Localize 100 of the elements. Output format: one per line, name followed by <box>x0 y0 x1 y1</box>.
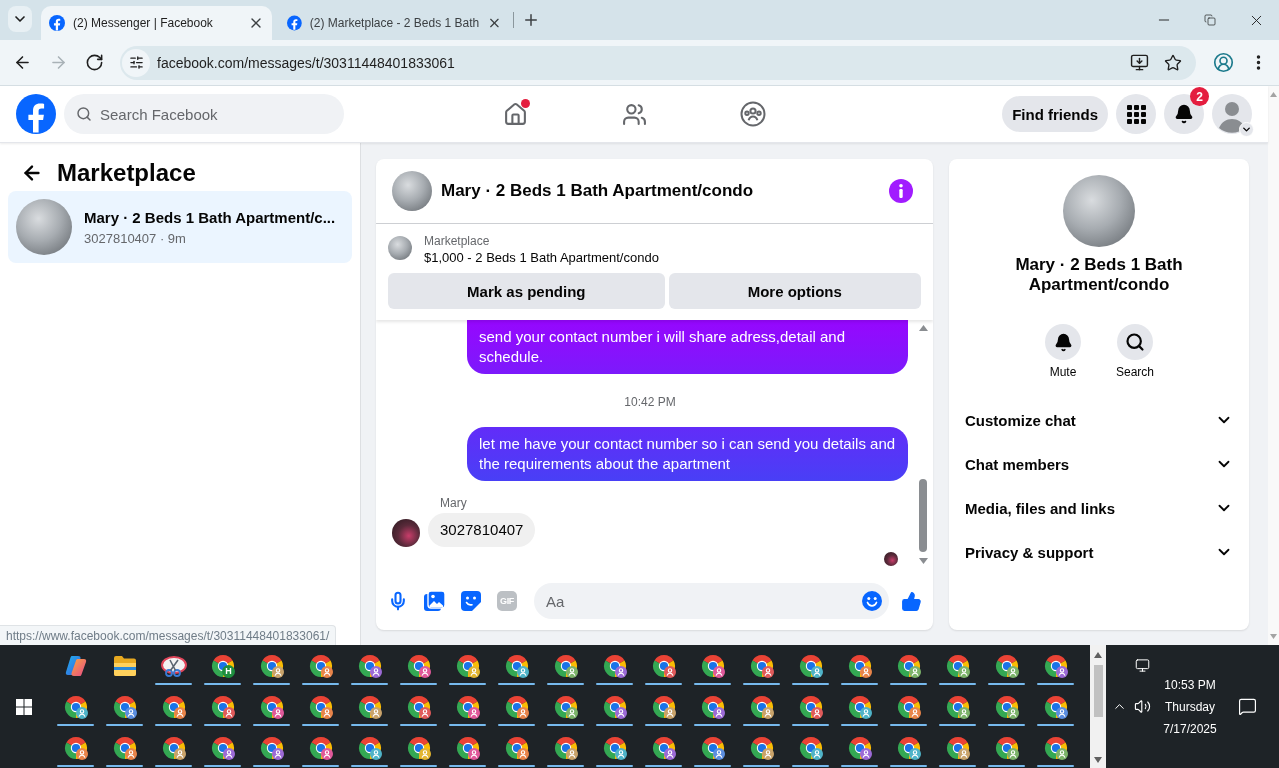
browser-profile-icon <box>896 735 921 760</box>
section-toggle[interactable]: Media, files and links <box>949 486 1249 530</box>
conversation-title: Mary · 2 Beds 1 Bath Apartment/c... <box>84 207 336 228</box>
user-circle-icon[interactable] <box>1213 52 1234 73</box>
listing-action-button[interactable]: Mark as pending <box>388 273 665 309</box>
browser-profile-icon <box>63 735 88 760</box>
mute-button[interactable] <box>1045 324 1081 360</box>
scroll-up-icon[interactable] <box>1094 652 1102 658</box>
browser-profile-icon <box>259 653 284 678</box>
browser-profile-icon <box>357 694 382 719</box>
listing-summary: $1,000 - 2 Beds 1 Bath Apartment/condo <box>424 249 659 267</box>
facebook-logo-icon[interactable] <box>16 94 56 134</box>
browser-profile-icon <box>112 735 137 760</box>
browser-profile-icon <box>259 735 284 760</box>
sticker-icon[interactable] <box>461 591 481 611</box>
conversation-item[interactable]: Mary · 2 Beds 1 Bath Apartment/c... 3027810407 · 9m <box>8 191 352 263</box>
speaker-icon[interactable] <box>1133 698 1151 715</box>
find-friends-button[interactable]: Find friends <box>1002 96 1108 132</box>
browser-profile-icon <box>1043 694 1068 719</box>
image-icon[interactable] <box>424 590 445 612</box>
bell-icon <box>1053 332 1073 352</box>
clock[interactable]: 10:53 PM Thursday 7/17/2025 <box>1163 673 1217 740</box>
browser-profile-icon <box>406 694 431 719</box>
browser-profile-icon <box>847 694 872 719</box>
browser-profile-icon <box>847 735 872 760</box>
chevron-down-icon[interactable] <box>1239 122 1254 137</box>
scroll-down-icon[interactable] <box>1094 757 1102 763</box>
message-input-field[interactable]: Aa <box>534 583 889 619</box>
facebook-logo-icon <box>49 15 65 31</box>
browser-profile-icon <box>945 694 970 719</box>
sliders-icon <box>128 55 144 70</box>
home-icon <box>502 101 528 127</box>
section-toggle[interactable]: Chat members <box>949 442 1249 486</box>
listing-label: Marketplace <box>424 233 491 249</box>
browser-profile-icon <box>602 653 627 678</box>
scroll-up-icon[interactable] <box>918 325 928 331</box>
conversation-preview: 3027810407 · 9m <box>84 230 187 247</box>
browser-profile-icon <box>994 653 1019 678</box>
photo-placeholder <box>388 236 412 260</box>
facebook-logo-icon <box>287 15 302 31</box>
conversation-name: Mary · 2 Beds 1 Bath Apartment/condo <box>1014 255 1184 295</box>
section-toggle[interactable]: Privacy & support <box>949 530 1249 574</box>
monitor-download-icon[interactable] <box>1130 53 1149 72</box>
browser-profile-icon <box>1043 653 1068 678</box>
site-info-button[interactable] <box>122 48 150 77</box>
search-field[interactable]: Search Facebook <box>64 94 344 134</box>
browser-profile-icon <box>994 694 1019 719</box>
browser-profile-icon <box>749 694 774 719</box>
section-toggle[interactable]: Customize chat <box>949 398 1249 442</box>
browser-profile-icon <box>161 694 186 719</box>
notifications-button[interactable] <box>1164 94 1204 134</box>
photo-placeholder <box>16 199 72 255</box>
swirl-logo-icon <box>63 653 88 678</box>
address-bar[interactable]: facebook.com/messages/t/30311448401833061 <box>120 45 1196 80</box>
scrollbar-thumb[interactable] <box>919 479 927 552</box>
scroll-down-icon[interactable] <box>918 558 928 564</box>
avatar-placeholder <box>392 519 420 547</box>
restore-icon[interactable] <box>1204 14 1216 26</box>
search-icon <box>76 106 92 122</box>
browser-profile-icon <box>651 653 676 678</box>
browser-profile-icon <box>896 694 921 719</box>
message-bubble: let me have your contact number so i can send you details and the requirements about the apartment <box>467 427 908 481</box>
listing-action-button[interactable]: More options <box>668 273 921 309</box>
browser-profile-icon <box>994 735 1019 760</box>
menu-button[interactable] <box>1116 94 1156 134</box>
speech-bubble-icon[interactable] <box>1237 697 1257 716</box>
browser-profile-icon <box>798 694 823 719</box>
plus-icon[interactable] <box>522 11 540 29</box>
monitor-icon[interactable] <box>1134 658 1150 673</box>
thumbs-up-icon[interactable] <box>901 590 922 612</box>
browser-profile-icon <box>455 653 480 678</box>
browser-profile-icon <box>553 735 578 760</box>
clock-time: 10:53 PM <box>1164 676 1216 694</box>
browser-profile-icon <box>700 735 725 760</box>
browser-profile-icon <box>63 694 88 719</box>
scissors-icon <box>160 653 187 678</box>
microphone-icon[interactable] <box>388 591 408 611</box>
smiley-icon[interactable] <box>862 591 882 611</box>
browser-profile-icon <box>504 694 529 719</box>
search-button[interactable] <box>1117 324 1153 360</box>
browser-profile-icon <box>455 735 480 760</box>
url-text: facebook.com/messages/t/30311448401833061 <box>157 54 455 71</box>
browser-profile-icon <box>357 735 382 760</box>
scrollbar-thumb[interactable] <box>1093 665 1103 717</box>
star-icon[interactable] <box>1164 53 1182 72</box>
link-preview-url: https://www.facebook.com/messages/t/30311448401833061/ <box>0 625 337 645</box>
browser-profile-icon <box>749 735 774 760</box>
browser-profile-icon <box>308 735 333 760</box>
browser-profile-icon <box>1043 735 1068 760</box>
start-logo-icon[interactable] <box>16 698 32 715</box>
browser-profile-icon <box>406 653 431 678</box>
browser-profile-icon <box>651 735 676 760</box>
info-icon[interactable] <box>889 179 913 203</box>
browser-tab[interactable]: (2) Marketplace - 2 Beds 1 Bath <box>279 6 510 40</box>
taskbar-app-button[interactable]: H <box>198 645 247 686</box>
browser-tab[interactable]: (2) Messenger | Facebook <box>41 6 272 40</box>
action-label: Mute <box>1049 364 1077 380</box>
reload-icon[interactable] <box>84 53 104 72</box>
search-icon <box>1125 332 1145 352</box>
tab-list-button[interactable] <box>8 6 32 32</box>
